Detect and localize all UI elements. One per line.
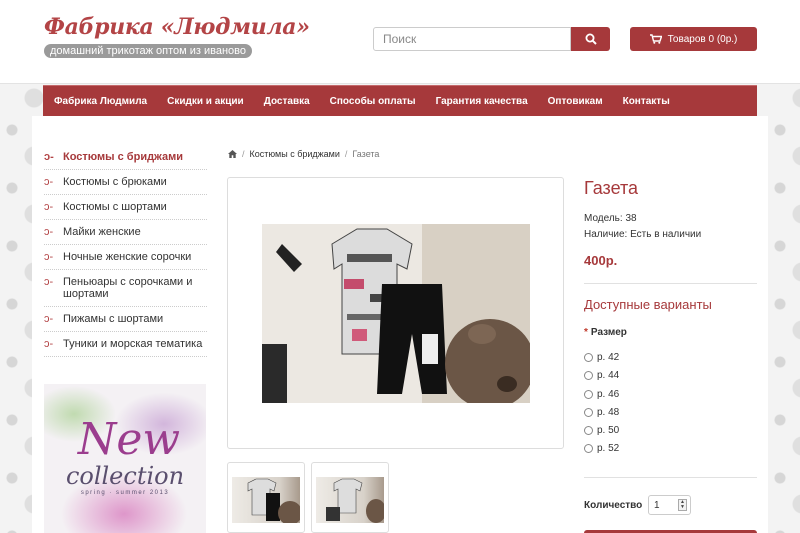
product-thumbnail[interactable] [227,462,305,533]
curl-icon: ↄ- [44,176,54,188]
product-main-image[interactable] [227,177,564,449]
quantity-label: Количество [584,500,643,511]
product-thumbnail[interactable] [311,462,389,533]
breadcrumb-current: Газета [352,149,380,159]
size-option[interactable]: р. 44 [584,370,619,381]
size-option-label: р. 50 [597,425,620,436]
curl-icon: ↄ- [44,313,54,325]
size-radio[interactable] [584,426,593,435]
options-title: Доступные варианты [584,297,712,312]
sidebar-item-nightgowns[interactable]: ↄ- Ночные женские сорочки [44,245,207,270]
sidebar-item-bridges[interactable]: ↄ- Костюмы с бриджами [44,145,207,170]
product-title: Газета [584,178,639,198]
size-option-label: р. 44 [597,370,620,381]
site-header: Фабрика «Людмила» домашний трикотаж опто… [0,0,800,84]
logo-title: Фабрика «Людмила» [44,14,310,40]
search-button[interactable] [571,27,610,51]
quantity-stepper[interactable]: 1 ▲ ▼ [648,495,691,515]
logo[interactable]: Фабрика «Людмила» домашний трикотаж опто… [44,14,310,58]
sidebar-item-label: Пеньюары с сорочками и шортами [63,276,193,300]
nav-item-payment[interactable]: Способы оплаты [330,96,416,107]
sidebar-item-label: Костюмы с бриджами [63,151,184,163]
sidebar-item-label: Туники и морская тематика [63,338,203,350]
shopping-cart-icon [649,34,662,44]
thumbnail-drawing [247,478,300,523]
required-marker: * [584,327,588,338]
sidebar-item-tunics[interactable]: ↄ- Туники и морская тематика [44,332,207,357]
nav-item-contacts[interactable]: Контакты [623,96,670,107]
curl-icon: ↄ- [44,226,54,238]
banner-title: New [77,414,181,465]
home-icon[interactable] [228,150,237,158]
size-option[interactable]: р. 48 [584,407,619,418]
product-stock: Наличие: Есть в наличии [584,229,702,240]
size-radio[interactable] [584,444,593,453]
sidebar-item-peignoirs[interactable]: ↄ- Пеньюары с сорочками и шортами [44,270,207,307]
nav-item-wholesale[interactable]: Оптовикам [548,96,603,107]
sidebar-item-label: Ночные женские сорочки [63,251,192,263]
size-radio[interactable] [584,371,593,380]
main-nav: Фабрика Людмила Скидки и акции Доставка … [43,85,757,116]
nav-item-factory[interactable]: Фабрика Людмила [54,96,147,107]
sidebar-item-tanks[interactable]: ↄ- Майки женские [44,220,207,245]
quantity-value: 1 [654,499,660,511]
curl-icon: ↄ- [44,201,54,213]
logo-subtitle: домашний трикотаж оптом из иваново [44,44,253,58]
product-price: 400р. [584,253,618,268]
size-option[interactable]: р. 46 [584,389,619,400]
sidebar-item-trousers[interactable]: ↄ- Костюмы с брюками [44,170,207,195]
curl-icon: ↄ- [44,276,54,288]
size-option[interactable]: р. 42 [584,352,619,363]
size-option-label: р. 42 [597,352,620,363]
sidebar-item-label: Майки женские [63,226,141,238]
nav-item-quality[interactable]: Гарантия качества [436,96,528,107]
nav-item-discounts[interactable]: Скидки и акции [167,96,244,107]
divider [584,283,757,284]
divider [584,477,757,478]
size-radio[interactable] [584,353,593,362]
size-option[interactable]: р. 50 [584,425,619,436]
size-option[interactable]: р. 52 [584,443,619,454]
nav-item-delivery[interactable]: Доставка [264,96,310,107]
product-model: Модель: 38 [584,213,637,224]
cart-button[interactable]: Товаров 0 (0р.) [630,27,757,51]
breadcrumb-separator: / [242,149,245,159]
size-radio[interactable] [584,408,593,417]
banner-season: spring · summer 2013 [80,490,170,496]
sidebar-item-label: Костюмы с шортами [63,201,167,213]
curl-icon: ↄ- [44,338,54,350]
chevron-down-icon[interactable]: ▼ [679,505,686,510]
new-collection-banner[interactable]: New collection spring · summer 2013 [44,384,206,533]
curl-icon: ↄ- [44,251,54,263]
size-option-label: р. 52 [597,443,620,454]
size-label: * Размер [584,327,627,338]
cart-label: Товаров 0 (0р.) [667,33,738,45]
curl-icon: ↄ- [44,151,54,163]
thumbnail-drawing [326,478,384,523]
search-icon [585,33,597,45]
breadcrumb-category[interactable]: Костюмы с бриджами [250,149,340,159]
size-label-text: Размер [590,327,627,338]
sidebar-item-shorts[interactable]: ↄ- Костюмы с шортами [44,195,207,220]
quantity-spin-buttons[interactable]: ▲ ▼ [678,499,687,511]
search-form [373,27,610,51]
banner-subtitle: collection [65,462,185,490]
product-photo [262,224,530,403]
breadcrumb-separator: / [344,149,348,159]
search-input[interactable] [373,27,571,51]
size-option-label: р. 46 [597,389,620,400]
sidebar-item-label: Костюмы с брюками [63,176,167,188]
size-radio[interactable] [584,390,593,399]
category-sidebar: ↄ- Костюмы с бриджами ↄ- Костюмы с брюка… [44,145,207,357]
size-option-label: р. 48 [597,407,620,418]
product-photo-drawing [262,224,530,403]
sidebar-item-pajamas[interactable]: ↄ- Пижамы с шортами [44,307,207,332]
sidebar-item-label: Пижамы с шортами [63,313,164,325]
thumbnail-photo [316,477,384,523]
breadcrumb: / Костюмы с бриджами / Газета [228,149,379,159]
thumbnail-photo [232,477,300,523]
